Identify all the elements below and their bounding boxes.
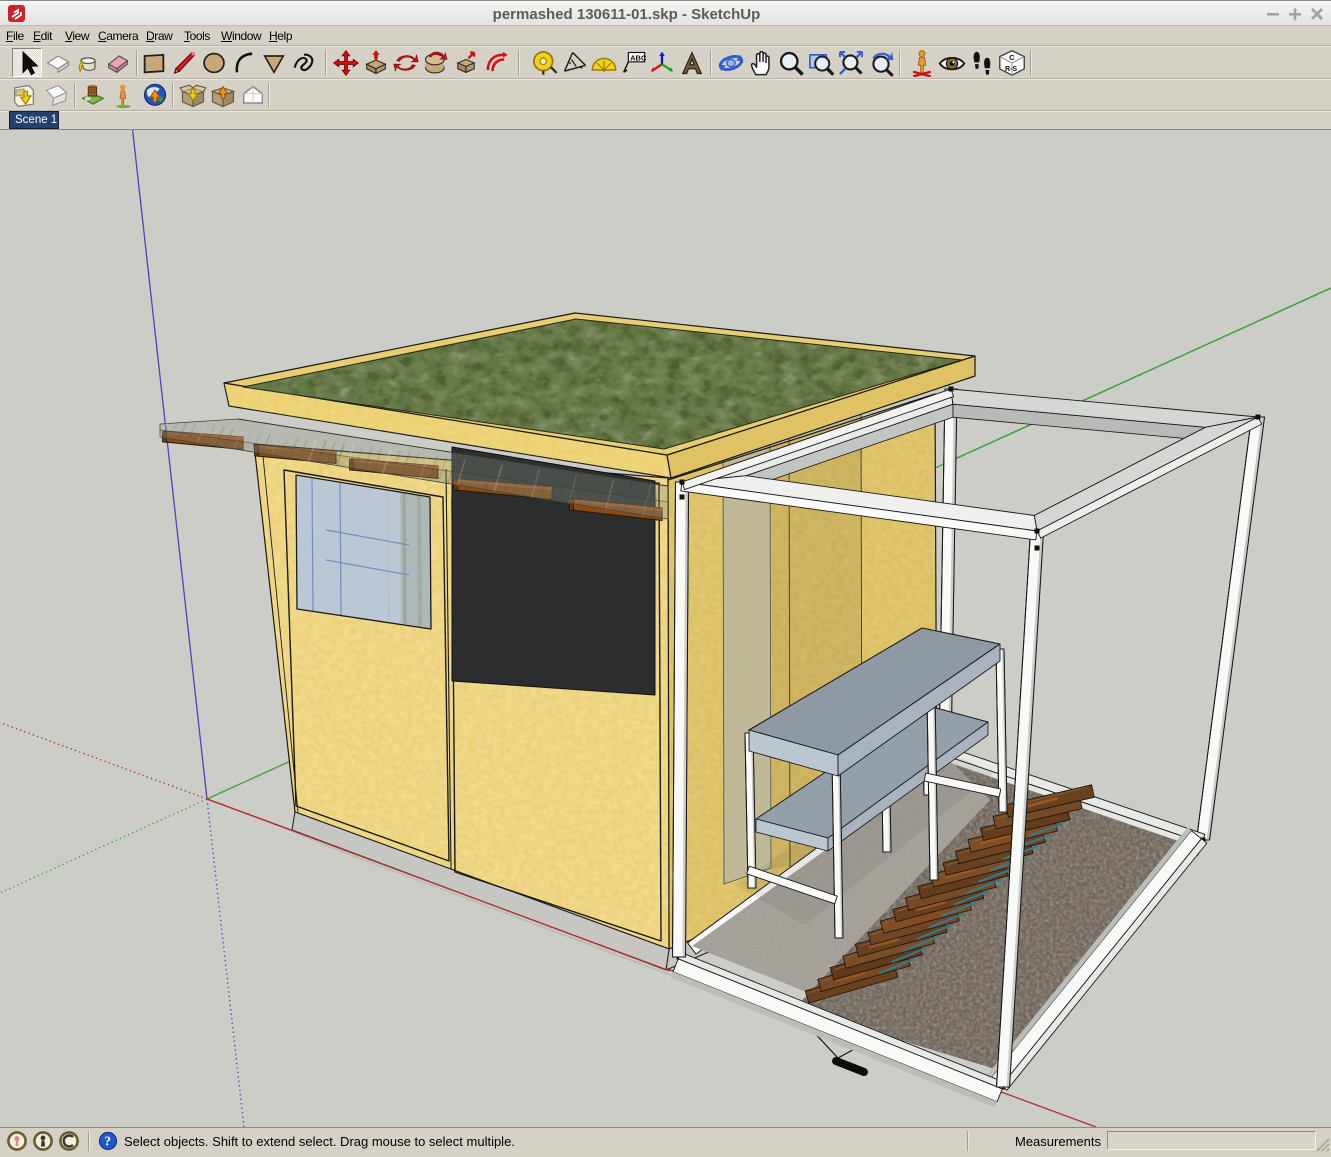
svg-text:R-S: R-S xyxy=(1005,66,1017,73)
svg-text:ABC: ABC xyxy=(630,54,647,63)
svg-text:?: ? xyxy=(104,1134,111,1149)
svg-text:C: C xyxy=(1009,53,1015,62)
